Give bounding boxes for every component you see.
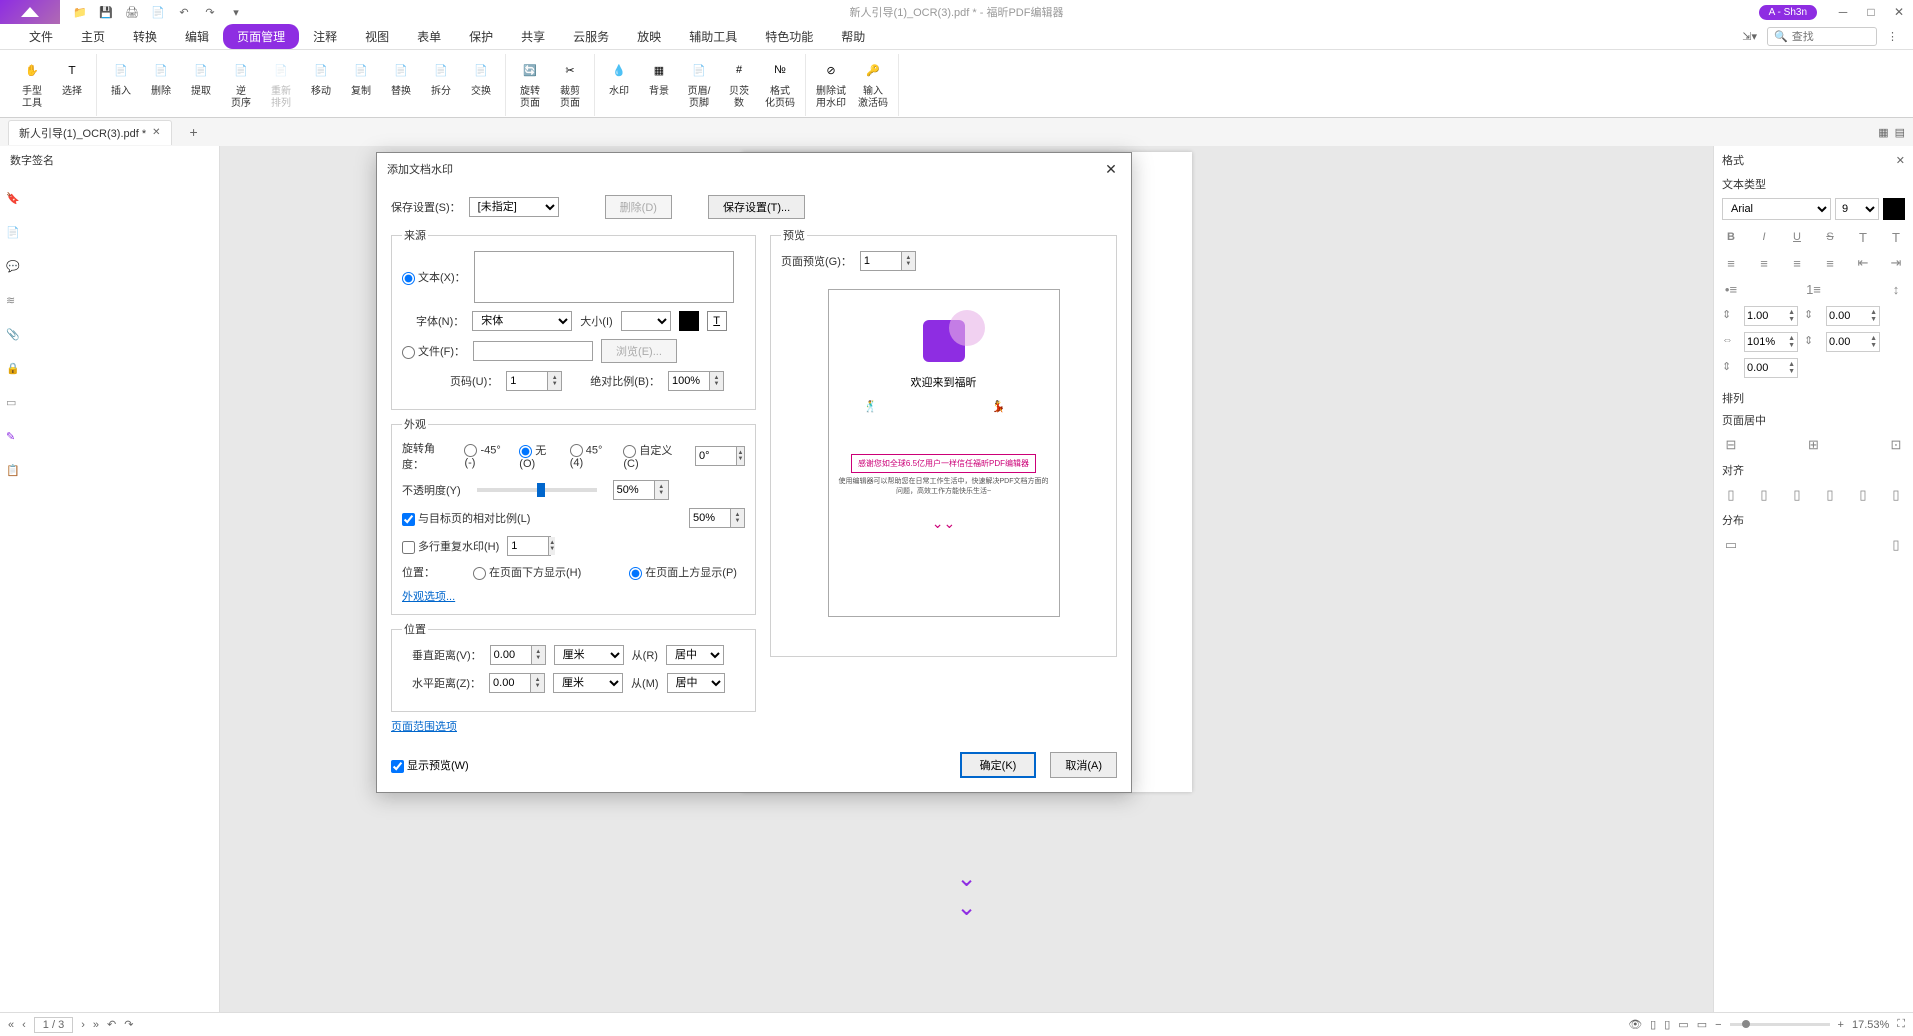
- browse-button: 浏览(E)...: [601, 339, 677, 363]
- multi-checkbox[interactable]: 多行重复水印(H): [402, 538, 499, 554]
- preview-fieldset: 预览 页面预览(G)： ▲▼ 欢迎来到福昕 🕺: [770, 227, 1117, 657]
- rot-custom-radio[interactable]: 自定义(C): [623, 442, 687, 470]
- font-select[interactable]: 宋体: [472, 311, 572, 331]
- from-r-select[interactable]: 居中: [666, 645, 724, 665]
- appearance-legend: 外观: [402, 416, 428, 432]
- watermark-text-input[interactable]: [474, 251, 734, 303]
- size-select[interactable]: [621, 311, 671, 331]
- delete-settings-button: 删除(D): [605, 195, 672, 219]
- preview-logo-icon: [923, 320, 965, 362]
- source-legend: 来源: [402, 227, 428, 243]
- opacity-slider[interactable]: [477, 488, 597, 492]
- size-label: 大小(I): [580, 313, 612, 329]
- text-color-swatch[interactable]: [679, 311, 699, 331]
- vdist-label: 垂直距离(V)：: [412, 647, 482, 663]
- preview-figure-left: 🕺: [864, 400, 896, 440]
- from-r-label: 从(R): [632, 647, 658, 663]
- preview-legend: 预览: [781, 227, 807, 243]
- source-fieldset: 来源 文本(X)： 字体(N)： 宋体 大小(I) T: [391, 227, 756, 410]
- save-settings-button[interactable]: 保存设置(T)...: [708, 195, 805, 219]
- save-settings-label: 保存设置(S)：: [391, 199, 461, 215]
- rot-45-radio[interactable]: 45°(4): [570, 444, 616, 469]
- preview-page: 欢迎来到福昕 🕺 💃 感谢您如全球6.5亿用户一样信任福昕PDF编辑器 使用编辑…: [828, 289, 1060, 617]
- opacity-label: 不透明度(Y): [402, 482, 461, 498]
- hdist-spinner[interactable]: ▲▼: [489, 673, 545, 693]
- modal-overlay: 添加文档水印 ✕ 保存设置(S)： [未指定] 删除(D) 保存设置(T)...…: [0, 0, 1913, 1036]
- page-preview-label: 页面预览(G)：: [781, 253, 852, 269]
- preview-small-2: 问题，高效工作方能快乐生活~: [896, 487, 991, 497]
- cancel-button[interactable]: 取消(A): [1050, 752, 1117, 778]
- position-legend: 位置: [402, 621, 428, 637]
- preview-vertical-text: 欢迎来到福昕: [911, 376, 977, 390]
- preview-banner: 感谢您如全球6.5亿用户一样信任福昕PDF编辑器: [851, 454, 1036, 473]
- appearance-options-link[interactable]: 外观选项...: [402, 591, 455, 603]
- position-fieldset: 位置 垂直距离(V)： ▲▼ 厘米 从(R) 居中 水平距离(Z)： ▲▼ 厘米: [391, 621, 756, 712]
- save-settings-select[interactable]: [未指定]: [469, 197, 559, 217]
- preview-chevron-icon: ⌄⌄: [932, 515, 955, 532]
- dialog-title: 添加文档水印: [387, 161, 453, 177]
- rel-scale-spinner[interactable]: ▲▼: [689, 508, 745, 528]
- preview-figure-right: 💃: [992, 400, 1024, 440]
- text-style-button[interactable]: T: [707, 311, 727, 331]
- font-label: 字体(N)：: [416, 313, 464, 329]
- position-label: 位置：: [402, 564, 435, 580]
- from-m-select[interactable]: 居中: [667, 673, 725, 693]
- text-radio[interactable]: 文本(X)：: [402, 269, 466, 285]
- opacity-spinner[interactable]: ▲▼: [613, 480, 669, 500]
- vdist-unit-select[interactable]: 厘米: [554, 645, 624, 665]
- dialog-close-button[interactable]: ✕: [1101, 159, 1121, 179]
- pos-above-radio[interactable]: 在页面上方显示(P): [629, 564, 737, 580]
- hdist-unit-select[interactable]: 厘米: [553, 673, 623, 693]
- rot-m45-radio[interactable]: -45°(-): [464, 444, 511, 469]
- hdist-label: 水平距离(Z)：: [412, 675, 481, 691]
- rel-scale-checkbox[interactable]: 与目标页的相对比例(L): [402, 510, 530, 526]
- pos-below-radio[interactable]: 在页面下方显示(H): [473, 564, 581, 580]
- appearance-fieldset: 外观 旋转角度： -45°(-) 无(O) 45°(4) 自定义(C) ▲▼ 不…: [391, 416, 756, 615]
- page-preview-spinner[interactable]: ▲▼: [860, 251, 916, 271]
- vdist-spinner[interactable]: ▲▼: [490, 645, 546, 665]
- abs-scale-spinner[interactable]: ▲▼: [668, 371, 724, 391]
- ok-button[interactable]: 确定(K): [960, 752, 1037, 778]
- add-watermark-dialog: 添加文档水印 ✕ 保存设置(S)： [未指定] 删除(D) 保存设置(T)...…: [376, 152, 1132, 793]
- file-path-input: [473, 341, 593, 361]
- from-m-label: 从(M): [631, 675, 659, 691]
- rotation-label: 旋转角度：: [402, 440, 456, 472]
- preview-small-1: 使用编辑器可以帮助您在日常工作生活中，快速解决PDF文档方面的: [839, 477, 1049, 487]
- page-range-link[interactable]: 页面范围选项: [391, 721, 457, 733]
- file-radio[interactable]: 文件(F)：: [402, 343, 465, 359]
- abs-scale-label: 绝对比例(B)：: [590, 373, 660, 389]
- rot-custom-spinner[interactable]: ▲▼: [695, 446, 745, 466]
- show-preview-checkbox[interactable]: 显示预览(W): [391, 757, 469, 773]
- rot-0-radio[interactable]: 无(O): [519, 442, 561, 470]
- multi-spinner[interactable]: ▲▼: [507, 536, 551, 556]
- page-code-spinner[interactable]: ▲▼: [506, 371, 562, 391]
- page-code-label: 页码(U)：: [450, 373, 498, 389]
